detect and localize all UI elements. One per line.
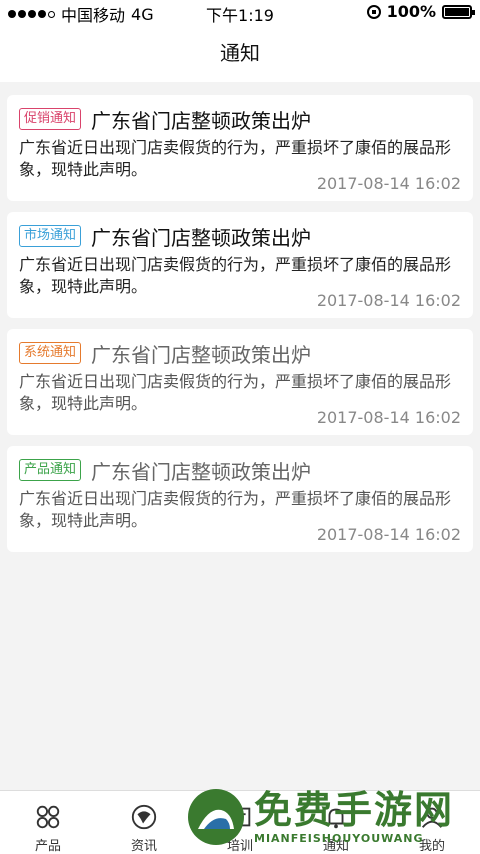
tab-news[interactable]: 资讯: [96, 791, 192, 854]
watermark-sub: MIANFEISHOUYOUWANG: [254, 832, 424, 845]
notice-title: 广东省门店整顿政策出炉: [91, 459, 312, 484]
notice-card[interactable]: 促销通知 广东省门店整顿政策出炉 广东省近日出现门店卖假货的行为，严重损坏了康佰…: [7, 95, 473, 201]
status-right: 100%: [366, 2, 475, 21]
watermark-text: 免费手游网 MIANFEISHOUYOUWANG: [254, 788, 454, 845]
tab-label: 资讯: [130, 839, 157, 854]
notice-title: 广东省门店整顿政策出炉: [91, 225, 312, 250]
battery-icon: [442, 4, 475, 19]
watermark-logo-icon: [188, 788, 244, 845]
notice-time: 2017-08-14 16:02: [316, 408, 461, 427]
notice-time: 2017-08-14 16:02: [316, 174, 461, 193]
status-bar: 中国移动 4G 下午1:19 100%: [0, 0, 480, 25]
notice-tag: 产品通知: [19, 459, 82, 481]
tab-label: 产品: [34, 839, 61, 854]
notice-tag: 系统通知: [19, 342, 82, 364]
watermark-main: 免费手游网: [254, 788, 455, 832]
notice-time: 2017-08-14 16:02: [316, 291, 461, 310]
notice-title: 广东省门店整顿政策出炉: [91, 108, 312, 133]
notice-card[interactable]: 系统通知 广东省门店整顿政策出炉 广东省近日出现门店卖假货的行为，严重损坏了康佰…: [7, 329, 473, 435]
notice-title: 广东省门店整顿政策出炉: [91, 342, 312, 367]
page-title: 通知: [220, 41, 260, 65]
news-icon: [131, 804, 157, 830]
nav-bar: 通知: [0, 24, 480, 82]
notice-tag: 促销通知: [19, 108, 82, 130]
notice-card[interactable]: 市场通知 广东省门店整顿政策出炉 广东省近日出现门店卖假货的行为，严重损坏了康佰…: [7, 212, 473, 318]
notice-header: 促销通知 广东省门店整顿政策出炉: [19, 105, 461, 133]
tab-products[interactable]: 产品: [0, 791, 96, 854]
notice-tag: 市场通知: [19, 225, 82, 247]
watermark: 免费手游网 MIANFEISHOUYOUWANG: [184, 780, 480, 853]
products-icon: [36, 805, 60, 829]
notice-header: 市场通知 广东省门店整顿政策出炉: [19, 222, 461, 250]
rotation-lock-icon: [366, 4, 381, 19]
notice-time: 2017-08-14 16:02: [316, 525, 461, 544]
notice-header: 产品通知 广东省门店整顿政策出炉: [19, 456, 461, 484]
notice-list: 促销通知 广东省门店整顿政策出炉 广东省近日出现门店卖假货的行为，严重损坏了康佰…: [7, 95, 473, 563]
notice-header: 系统通知 广东省门店整顿政策出炉: [19, 339, 461, 367]
notice-card[interactable]: 产品通知 广东省门店整顿政策出炉 广东省近日出现门店卖假货的行为，严重损坏了康佰…: [7, 446, 473, 552]
battery-percent: 100%: [386, 2, 436, 21]
